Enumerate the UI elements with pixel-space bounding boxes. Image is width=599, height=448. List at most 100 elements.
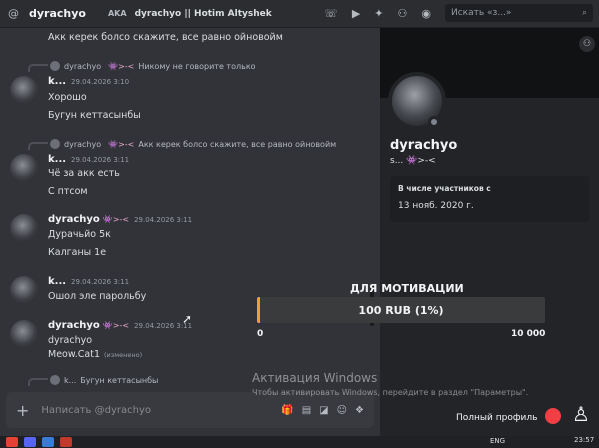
- avatar[interactable]: [10, 76, 38, 104]
- gift-icon[interactable]: 🎁: [281, 405, 293, 416]
- member-since-date: 13 нояб. 2020 г.: [398, 201, 474, 211]
- avatar[interactable]: [10, 154, 38, 182]
- message-input-placeholder: Написать @dyrachyo: [41, 404, 151, 416]
- at-icon: @: [8, 7, 19, 20]
- taskbar-app-icon[interactable]: [60, 437, 72, 447]
- author-name: k...: [48, 154, 67, 165]
- reply-preview[interactable]: k... Бугун кеттасынбы: [50, 374, 158, 386]
- message-time: 29.04.2026 3:11: [71, 156, 130, 164]
- nickname-label: dyrachyo || Hotim Altyshek: [134, 8, 272, 19]
- windows-activation-subtitle: Чтобы активировать Windows, перейдите в …: [252, 388, 529, 397]
- pin-icon[interactable]: ✦: [374, 7, 383, 20]
- author-name: dyrachyo: [48, 320, 100, 331]
- avatar[interactable]: [10, 320, 38, 348]
- message-author[interactable]: dyrachyo 👾>-< 29.04.2026 3:11: [48, 214, 192, 225]
- channel-title: dyrachyo: [29, 7, 86, 20]
- person-icon: ♙: [572, 402, 590, 426]
- input-actions: 🎁 ▤ ◪ ☺ ❖: [281, 405, 364, 416]
- message-author[interactable]: k... 29.04.2026 3:11: [48, 154, 129, 165]
- message-author[interactable]: k... 29.04.2026 3:11: [48, 276, 129, 287]
- clock: 23:57: [574, 436, 595, 444]
- message-text: Калганы 1е: [48, 247, 107, 258]
- chat-area: Акк керек болсо скажите, все равно ойнов…: [0, 28, 380, 448]
- reply-connector: [28, 142, 48, 150]
- profile-icon[interactable]: ◉: [421, 7, 431, 20]
- donation-max-label: 10 000: [511, 329, 546, 339]
- taskbar-app-icon[interactable]: [42, 437, 54, 447]
- message-text: Meow.Cat1: [48, 349, 100, 360]
- emoji-icon[interactable]: ☺: [337, 405, 347, 416]
- author-badge: 👾>-<: [102, 321, 130, 330]
- reply-user: dyrachyo: [64, 139, 102, 149]
- author-name: k...: [48, 76, 67, 87]
- edited-label: (изменено): [104, 351, 143, 359]
- reply-user: dyrachyo: [64, 61, 102, 71]
- record-indicator-icon: [545, 408, 561, 424]
- message-author[interactable]: k... 29.04.2026 3:10: [48, 76, 129, 87]
- donation-min-label: 0: [257, 329, 264, 339]
- top-bar: @ dyrachyo AKA dyrachyo || Hotim Altyshe…: [0, 0, 599, 28]
- full-profile-link[interactable]: Полный профиль: [456, 413, 537, 423]
- status-indicator: [428, 116, 440, 128]
- taskbar-app-icon[interactable]: [6, 437, 18, 447]
- reply-badge: 👾>-<: [108, 61, 135, 71]
- donation-title: ДЛЯ МОТИВАЦИИ: [350, 282, 464, 295]
- message-time: 29.04.2026 3:10: [71, 78, 130, 86]
- message-text: Бугун кеттасынбы: [48, 110, 141, 121]
- profile-panel: ⚇ dyrachyo s... 👾>-< В числе участников …: [380, 28, 599, 448]
- sticker-icon[interactable]: ◪: [319, 405, 328, 416]
- author-name: dyrachyo: [48, 214, 100, 225]
- video-icon[interactable]: ▶: [352, 7, 360, 20]
- avatar[interactable]: [10, 276, 38, 304]
- author-name: k...: [48, 276, 67, 287]
- message-text: dyrachyo: [48, 335, 93, 346]
- message-text: Дурачьйо 5к: [48, 229, 111, 240]
- message-text: Ошол эле парольбу: [48, 291, 147, 302]
- reply-avatar: [50, 61, 60, 71]
- attach-plus-icon[interactable]: +: [16, 401, 29, 420]
- topbar-actions: ☏ ▶ ✦ ⚇ ◉ Искать «з...» ⌕: [324, 4, 593, 22]
- message-text: Чё за акк есть: [48, 168, 120, 179]
- member-since-title: В числе участников с: [398, 184, 491, 193]
- message-author[interactable]: dyrachyo 👾>-< 29.04.2026 3:11: [48, 320, 192, 331]
- phone-icon[interactable]: ☏: [324, 7, 338, 20]
- search-placeholder: Искать «з...»: [451, 8, 512, 18]
- taskbar: ENG 23:57: [0, 436, 599, 448]
- message-time: 29.04.2026 3:11: [134, 216, 193, 224]
- reply-avatar: [50, 375, 60, 385]
- reply-preview[interactable]: dyrachyo 👾>-< Никому не говорите только: [50, 60, 256, 72]
- mouse-cursor-icon: ➚: [182, 312, 193, 326]
- search-input[interactable]: Искать «з...» ⌕: [445, 4, 593, 22]
- message-input[interactable]: + Написать @dyrachyo 🎁 ▤ ◪ ☺ ❖: [6, 392, 374, 428]
- message-text-with-edit: Meow.Cat1 (изменено): [48, 349, 142, 360]
- language-indicator[interactable]: ENG: [490, 437, 505, 445]
- gif-icon[interactable]: ▤: [302, 405, 311, 416]
- reply-preview[interactable]: dyrachyo 👾>-< Акк керек болсо скажите, в…: [50, 138, 336, 150]
- profile-display-name: dyrachyo: [390, 138, 458, 153]
- reply-connector: [28, 64, 48, 72]
- reply-avatar: [50, 139, 60, 149]
- reply-text: Бугун кеттасынбы: [80, 375, 159, 385]
- profile-username: s... 👾>-<: [390, 156, 436, 166]
- add-friend-icon[interactable]: ⚇: [579, 36, 595, 52]
- reply-text: Никому не говорите только: [138, 61, 256, 71]
- message-text: Акк керек болсо скажите, все равно ойнов…: [48, 32, 283, 43]
- taskbar-app-icon[interactable]: [24, 437, 36, 447]
- reply-text: Акк керек болсо скажите, все равно ойнов…: [138, 139, 337, 149]
- add-friend-icon[interactable]: ⚇: [398, 7, 408, 20]
- windows-activation-title: Активация Windows: [252, 371, 378, 385]
- reply-user: k...: [64, 375, 77, 385]
- donation-progress-label: 100 RUB (1%): [358, 303, 444, 317]
- member-since-card: В числе участников с 13 нояб. 2020 г.: [390, 176, 589, 222]
- message-time: 29.04.2026 3:11: [71, 278, 130, 286]
- author-badge: 👾>-<: [102, 215, 130, 224]
- apps-icon[interactable]: ❖: [355, 405, 364, 416]
- reply-badge: 👾>-<: [108, 139, 135, 149]
- donation-progress-bar: 100 RUB (1%): [257, 297, 545, 323]
- message-text: Хорошо: [48, 92, 87, 103]
- aka-tag: AKA: [107, 9, 127, 18]
- reply-connector: [28, 378, 48, 386]
- message-text: С птсом: [48, 186, 88, 197]
- search-icon: ⌕: [581, 8, 587, 18]
- avatar[interactable]: [10, 214, 38, 242]
